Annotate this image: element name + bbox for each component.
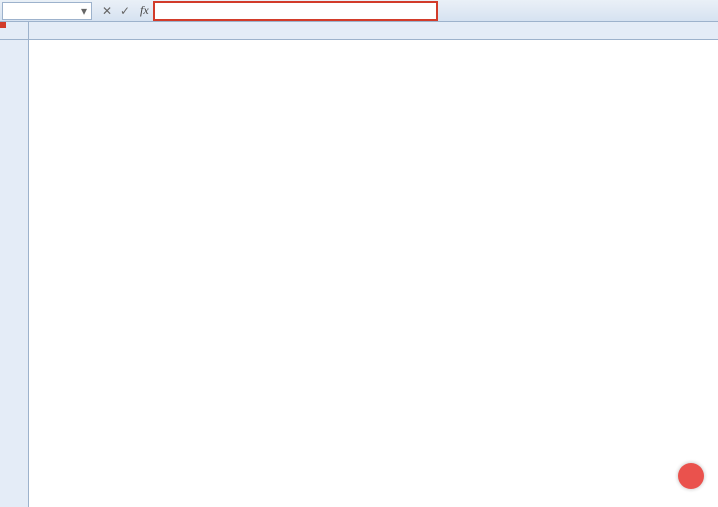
watermark-badge [678,463,704,489]
spreadsheet-grid [0,22,718,507]
name-box[interactable]: ▾ [2,2,92,20]
select-all-corner[interactable] [0,22,28,40]
formula-bar: ▾ ✕ ✓ fx [0,0,718,22]
cancel-icon[interactable]: ✕ [98,4,116,18]
formula-input[interactable] [153,1,438,21]
name-box-dropdown-icon[interactable]: ▾ [73,4,87,18]
confirm-icon[interactable]: ✓ [116,4,134,18]
fx-icon[interactable]: fx [140,3,149,18]
column-headers [29,22,718,40]
watermark [678,463,710,489]
row-headers [0,22,29,507]
